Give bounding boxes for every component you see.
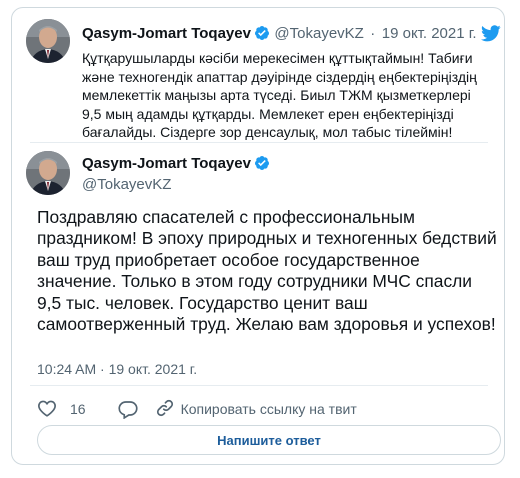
divider [30, 385, 488, 386]
like-count: 16 [70, 401, 86, 417]
quoted-author-avatar[interactable] [26, 19, 70, 63]
tweet-actions: 16 Копировать ссылку на твит [37, 399, 357, 419]
quoted-header: Qasym-Jomart Toqayev @TokayevKZ · 19 окт… [82, 25, 477, 46]
reply-icon[interactable] [117, 400, 138, 419]
quoted-author-handle[interactable]: @TokayevKZ [274, 25, 363, 42]
like-button[interactable]: 16 [37, 399, 86, 420]
author-name-row: Qasym-Jomart Toqayev [82, 155, 270, 176]
tweet-timestamp[interactable]: 10:24 AM · 19 окт. 2021 г. [37, 361, 197, 377]
quoted-tweet-text: Құтқарушыларды кәсіби мерекесімен құттық… [82, 50, 477, 141]
separator-dot: · [370, 25, 376, 42]
verified-badge-icon [254, 25, 270, 46]
quoted-author-name[interactable]: Qasym-Jomart Toqayev [82, 25, 251, 42]
copy-link-label: Копировать ссылку на твит [180, 401, 357, 417]
embedded-tweet-card: Qasym-Jomart Toqayev @TokayevKZ · 19 окт… [11, 7, 505, 465]
quoted-date[interactable]: 19 окт. 2021 г. [382, 25, 477, 42]
link-icon [155, 398, 175, 421]
author-handle[interactable]: @TokayevKZ [82, 176, 171, 193]
copy-link-button[interactable]: Копировать ссылку на твит [155, 398, 357, 421]
twitter-bird-icon[interactable] [481, 25, 501, 47]
reply-button[interactable]: Напишите ответ [37, 425, 501, 455]
tweet-text: Поздравляю спасателей с профессиональным… [37, 207, 497, 335]
heart-icon [37, 399, 57, 420]
divider [30, 142, 488, 143]
author-avatar[interactable] [26, 151, 70, 195]
verified-badge-icon [254, 155, 270, 176]
author-name[interactable]: Qasym-Jomart Toqayev [82, 155, 251, 172]
